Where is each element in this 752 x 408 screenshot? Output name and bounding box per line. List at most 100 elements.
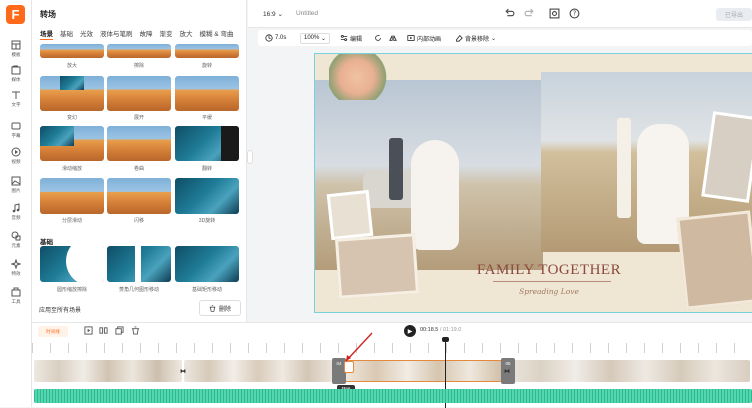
duration-control[interactable]: 7.0s [265, 30, 286, 46]
project-title[interactable]: Untitled [296, 10, 318, 17]
transition-thumb[interactable] [107, 126, 171, 161]
tab-scene[interactable]: 场景 [40, 28, 53, 40]
rail-label: 模板 [11, 52, 21, 57]
baby-photo-frame [335, 233, 419, 299]
total-time: / 01:19.0 [439, 327, 462, 333]
thumb-label: 滑动缩放 [61, 166, 82, 172]
help-icon[interactable]: ? [569, 8, 580, 19]
tab-blur-warp[interactable]: 模糊 & 弯曲 [200, 28, 234, 40]
timeline-clip-selected[interactable] [344, 360, 502, 382]
playhead-handle[interactable] [442, 337, 449, 342]
transition-thumb[interactable] [40, 44, 104, 58]
rail-item-effect[interactable]: 特效 [0, 255, 32, 281]
panel-collapse-handle[interactable] [247, 150, 253, 164]
rail-label: 字幕 [11, 133, 21, 138]
bg-remove-dropdown[interactable]: 背景移除 ⌄ [455, 30, 496, 46]
timeline-clip[interactable] [506, 360, 750, 382]
rail-item-media[interactable]: 媒体 [0, 61, 32, 87]
rotate-icon[interactable] [374, 34, 382, 42]
delete-button[interactable]: 删除 [199, 300, 241, 316]
corner-photo-frame [676, 210, 752, 310]
tab-gradient[interactable]: 渐变 [160, 28, 173, 40]
transition-thumb[interactable] [40, 126, 104, 161]
redo-icon[interactable] [524, 8, 535, 19]
thumb-label: 3D旋转 [198, 218, 216, 224]
animation-label: 内部动画 [417, 36, 442, 43]
transition-thumb[interactable] [107, 76, 171, 111]
thumb-label: 分层滑动 [61, 218, 82, 224]
tab-basic[interactable]: 基础 [60, 28, 73, 40]
aspect-ratio-dropdown[interactable]: 16:9 ⌄ [263, 10, 283, 18]
rail-item-text[interactable]: 文字 [0, 86, 32, 112]
flip-icon[interactable] [389, 34, 397, 42]
transition-marker-icon[interactable]: ⧓ [180, 368, 186, 375]
duplicate-icon[interactable] [115, 326, 124, 335]
transition-thumb[interactable] [175, 126, 239, 161]
rail-item-image[interactable]: 图片 [0, 172, 32, 198]
thumb-label: 菱角几何图形移动 [118, 287, 159, 293]
inner-animation-button[interactable]: 内部动画 [407, 30, 441, 46]
subtitle-icon [11, 122, 21, 130]
rail-item-audio[interactable]: 音频 [0, 199, 32, 225]
app-logo[interactable]: F [6, 5, 25, 24]
preview-canvas[interactable]: FAMILY TOGETHER Spreading Love [314, 53, 752, 313]
small-photo-frame [326, 189, 374, 241]
canvas-subtitle: Spreading Love [519, 287, 579, 296]
undo-icon[interactable] [504, 8, 515, 19]
timeline-mode-button[interactable]: 时间线 [38, 326, 68, 337]
left-rail: F 模板 媒体 文字 字幕 视频 图片 音频 元素 特效 工具 [0, 0, 32, 407]
current-time: 00:18.5 [420, 327, 439, 333]
rail-label: 音频 [11, 215, 21, 220]
timeline-clip[interactable] [34, 360, 182, 382]
split-icon[interactable] [99, 326, 108, 335]
transition-thumb[interactable] [107, 246, 171, 282]
transition-thumb[interactable] [175, 246, 239, 282]
export-button[interactable]: 已导出 [716, 8, 752, 21]
transition-thumb[interactable] [175, 178, 239, 214]
tab-glitch[interactable]: 故障 [140, 28, 153, 40]
thumb-label: 基础矩形移动 [191, 287, 222, 293]
duration-value: 7.0s [275, 35, 287, 41]
transition-thumb[interactable] [107, 178, 171, 214]
transition-thumb[interactable] [40, 178, 104, 214]
transition-panel: 转场 场景 基础 光效 液体与笔刷 故障 渐变 放大 模糊 & 弯曲 放大 擦除… [32, 0, 247, 322]
rail-item-element[interactable]: 元素 [0, 227, 32, 253]
rail-label: 视频 [11, 159, 21, 164]
rail-item-subtitle[interactable]: 字幕 [0, 117, 32, 143]
thumb-label: 平缓 [201, 115, 212, 121]
transition-thumb[interactable] [40, 76, 104, 111]
rail-item-template[interactable]: 模板 [0, 36, 32, 62]
title-divider [493, 281, 611, 282]
transition-thumb[interactable] [175, 76, 239, 111]
transition-thumb[interactable] [107, 44, 171, 58]
transition-thumb[interactable] [175, 44, 239, 58]
trash-icon[interactable] [131, 326, 140, 335]
time-ruler[interactable] [32, 343, 752, 353]
tab-zoom[interactable]: 放大 [180, 28, 193, 40]
eraser-icon [456, 35, 463, 42]
screenshot-icon[interactable] [549, 8, 560, 19]
play-button[interactable]: ▶ [404, 325, 416, 337]
video-icon [11, 147, 21, 157]
apply-all-link[interactable]: 应用至所有场景 [39, 305, 81, 314]
edit-button[interactable]: 编辑 [340, 30, 362, 46]
rail-item-tools[interactable]: 工具 [0, 283, 32, 309]
transition-marker-icon[interactable]: ⧓ [504, 368, 510, 375]
thumb-label: 旋转 [201, 63, 212, 69]
tab-light[interactable]: 光效 [80, 28, 93, 40]
tab-liquid-brush[interactable]: 液体与笔刷 [100, 28, 133, 40]
time-display: 00:18.5 / 01:19.0 [420, 327, 461, 333]
chevron-down-icon: ⌄ [491, 35, 497, 42]
add-clip-icon[interactable] [84, 326, 93, 335]
transition-thumb[interactable] [40, 246, 104, 282]
media-icon [11, 65, 21, 75]
audio-icon [12, 203, 20, 213]
zoom-dropdown[interactable]: 100% ⌄ [300, 30, 331, 46]
rail-item-video[interactable]: 视频 [0, 143, 32, 169]
template-icon [11, 40, 21, 50]
timeline-clip[interactable] [184, 360, 332, 382]
rail-label: 工具 [11, 299, 21, 304]
delete-label: 删除 [218, 306, 231, 313]
audio-track[interactable] [34, 389, 752, 403]
rail-label: 媒体 [11, 77, 21, 82]
